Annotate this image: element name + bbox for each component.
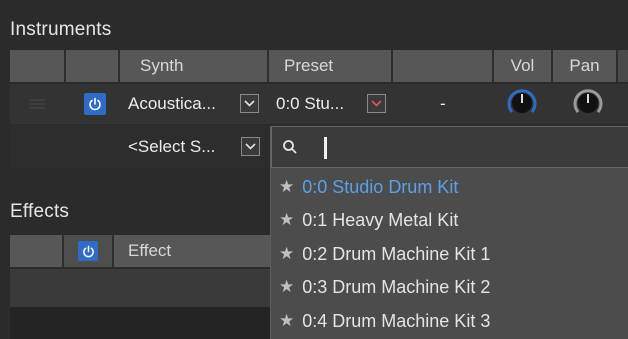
select-synth-label[interactable]: <Select S... [128, 126, 215, 168]
effects-header-row: Effect [10, 235, 270, 267]
volume-knob-icon[interactable] [505, 86, 539, 120]
row-value: - [440, 94, 446, 113]
instrument-row-empty[interactable]: <Select S... [10, 126, 270, 168]
star-icon[interactable]: ★ [279, 177, 294, 197]
preset-item[interactable]: ★ 0:2 Drum Machine Kit 1 [271, 239, 628, 269]
preset-item-label: 0:4 Drum Machine Kit 3 [302, 310, 491, 331]
header-handle-col [10, 50, 66, 82]
effects-title: Effects [10, 201, 70, 222]
preset-item[interactable]: ★ 0:0 Studio Drum Kit [271, 172, 628, 202]
preset-item-label: 0:2 Drum Machine Kit 1 [302, 243, 491, 264]
instrument-row[interactable]: Acoustica... 0:0 Stu... - [10, 84, 628, 124]
preset-item[interactable]: ★ 0:1 Heavy Metal Kit [271, 205, 628, 235]
select-synth-chevron-down-icon[interactable] [241, 137, 260, 156]
header-synth[interactable]: Synth [120, 50, 269, 82]
search-icon [283, 140, 297, 154]
preset-dropdown[interactable]: ★ 0:0 Studio Drum Kit ★ 0:1 Heavy Metal … [270, 126, 628, 339]
header-vol[interactable]: Vol [494, 50, 553, 82]
header-preset[interactable]: Preset [269, 50, 393, 82]
preset-item[interactable]: ★ 0:3 Drum Machine Kit 2 [271, 272, 628, 302]
star-icon[interactable]: ★ [279, 244, 294, 264]
preset-search-box[interactable] [271, 126, 628, 168]
effects-power-icon[interactable] [78, 241, 98, 261]
synth-name[interactable]: Acoustica... [128, 84, 216, 124]
effects-header-effect[interactable]: Effect [114, 235, 270, 267]
star-icon[interactable]: ★ [279, 210, 294, 230]
effects-list-area [10, 307, 270, 339]
preset-item-label: 0:3 Drum Machine Kit 2 [302, 276, 491, 297]
instrument-power-icon[interactable] [84, 93, 106, 115]
preset-item-label: 0:1 Heavy Metal Kit [302, 209, 459, 230]
effects-header-handle-col [10, 235, 64, 267]
header-pan[interactable]: Pan [553, 50, 618, 82]
preset-chevron-down-icon[interactable] [367, 94, 386, 113]
star-icon[interactable]: ★ [279, 311, 294, 331]
star-icon[interactable]: ★ [279, 277, 294, 297]
preset-item[interactable]: ★ 0:4 Drum Machine Kit 3 [271, 306, 628, 336]
header-blank-col [393, 50, 494, 82]
pan-knob-icon[interactable] [571, 86, 605, 120]
text-cursor [324, 137, 327, 159]
header-power-col [66, 50, 120, 82]
effects-header-power-col [64, 235, 114, 267]
preset-item-label: 0:0 Studio Drum Kit [302, 176, 459, 197]
header-tail [618, 50, 628, 82]
drag-handle-icon[interactable] [28, 84, 48, 124]
synth-chevron-down-icon[interactable] [240, 94, 259, 113]
effect-row-empty[interactable] [10, 269, 270, 307]
instruments-header-row: Synth Preset Vol Pan [10, 50, 628, 82]
preset-name[interactable]: 0:0 Stu... [276, 84, 344, 124]
instruments-title: Instruments [10, 19, 112, 40]
